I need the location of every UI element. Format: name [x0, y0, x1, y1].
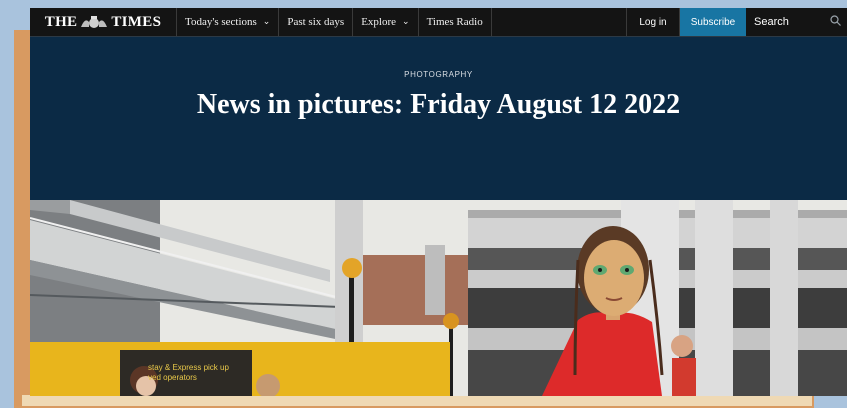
- nav-times-radio[interactable]: Times Radio: [419, 8, 492, 36]
- nav-past-six-days-label: Past six days: [287, 16, 345, 28]
- times-logo[interactable]: THE TIMES: [30, 8, 177, 36]
- search-field[interactable]: Search: [746, 8, 847, 36]
- nav-spacer: [492, 8, 627, 36]
- article-header: PHOTOGRAPHY News in pictures: Friday Aug…: [30, 37, 847, 200]
- nav-explore-label: Explore: [361, 16, 397, 28]
- nav-todays-sections-label: Today's sections: [185, 16, 257, 28]
- royal-crest-icon: [79, 15, 109, 29]
- photo-frame-pale: [22, 395, 812, 406]
- logo-text-times: TIMES: [111, 13, 162, 30]
- subscribe-button[interactable]: Subscribe: [680, 8, 746, 36]
- chevron-down-icon: ⌄: [402, 17, 410, 27]
- nav-times-radio-label: Times Radio: [426, 16, 483, 28]
- hero-photo: stay & Express pick up ved operators: [30, 200, 847, 396]
- sign-line-1: stay & Express pick up: [148, 363, 229, 372]
- section-kicker[interactable]: PHOTOGRAPHY: [30, 70, 847, 79]
- search-placeholder: Search: [754, 16, 789, 28]
- login-label: Log in: [639, 16, 667, 28]
- top-navigation-bar: THE TIMES Today's sections ⌄ Past six da…: [30, 8, 847, 37]
- article-title: News in pictures: Friday August 12 2022: [196, 89, 681, 120]
- subscribe-label: Subscribe: [690, 16, 736, 28]
- times-webpage: THE TIMES Today's sections ⌄ Past six da…: [30, 8, 847, 396]
- sign-line-2: ved operators: [148, 373, 197, 382]
- photo-sign-text: stay & Express pick up ved operators: [148, 363, 229, 383]
- search-icon[interactable]: [830, 15, 841, 29]
- logo-text-the: THE: [44, 13, 78, 30]
- nav-explore[interactable]: Explore ⌄: [353, 8, 419, 36]
- login-link[interactable]: Log in: [627, 8, 680, 36]
- chevron-down-icon: ⌄: [262, 17, 271, 27]
- nav-past-six-days[interactable]: Past six days: [279, 8, 354, 36]
- nav-todays-sections[interactable]: Today's sections ⌄: [177, 8, 280, 36]
